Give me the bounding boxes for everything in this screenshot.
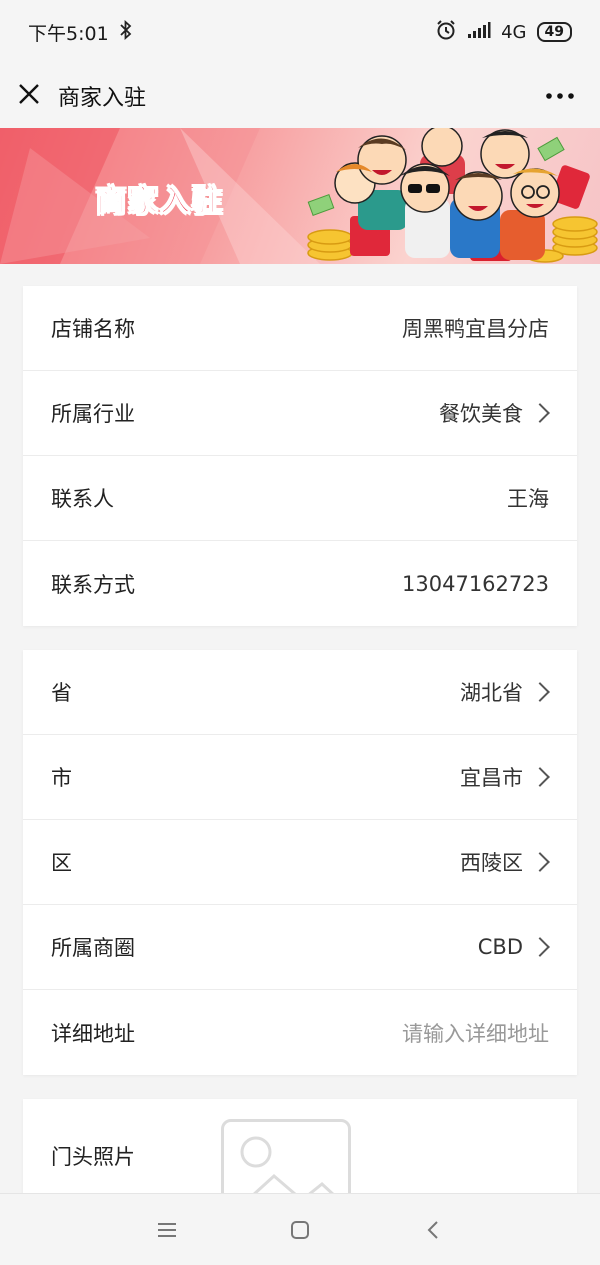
district-row[interactable]: 区 西陵区 xyxy=(23,820,577,905)
status-time: 下午5:01 xyxy=(28,22,109,45)
chevron-right-icon xyxy=(530,852,550,872)
city-row[interactable]: 市 宜昌市 xyxy=(23,735,577,820)
province-row[interactable]: 省 湖北省 xyxy=(23,650,577,735)
business-circle-row[interactable]: 所属商圈 CBD xyxy=(23,905,577,990)
phone-value[interactable]: 13047162723 xyxy=(402,572,549,596)
menu-icon[interactable] xyxy=(152,1215,182,1245)
chevron-right-icon xyxy=(530,682,550,702)
industry-row[interactable]: 所属行业 餐饮美食 xyxy=(23,371,577,456)
district-value[interactable]: 西陵区 xyxy=(460,847,550,877)
province-text: 湖北省 xyxy=(460,681,523,705)
bluetooth-icon xyxy=(119,19,133,45)
detail-address-label: 详细地址 xyxy=(51,1021,135,1046)
city-label: 市 xyxy=(51,766,72,790)
city-value[interactable]: 宜昌市 xyxy=(460,762,550,792)
business-circle-text: CBD xyxy=(477,935,523,959)
address-card: 省 湖北省 市 宜昌市 区 西陵区 所属商圈 CBD 详细地址 请输入详细地址 xyxy=(23,650,577,1075)
phone-label: 联系方式 xyxy=(51,572,135,597)
status-bar: 下午5:01 4G 49 xyxy=(0,0,600,64)
city-text: 宜昌市 xyxy=(460,766,523,790)
store-info-card: 店铺名称 周黑鸭宜昌分店 所属行业 餐饮美食 联系人 王海 联系方式 13047… xyxy=(23,286,577,626)
phone-row[interactable]: 联系方式 13047162723 xyxy=(23,541,577,626)
province-value[interactable]: 湖北省 xyxy=(460,677,550,707)
banner-title: 商家入驻 xyxy=(96,184,224,220)
nav-bar: 商家入驻 xyxy=(0,64,600,128)
home-icon[interactable] xyxy=(285,1215,315,1245)
system-nav-bar xyxy=(0,1193,600,1265)
battery-level: 49 xyxy=(544,24,564,40)
network-type: 4G xyxy=(501,21,527,43)
contact-value[interactable]: 王海 xyxy=(507,483,549,513)
contact-label: 联系人 xyxy=(51,487,114,511)
industry-text: 餐饮美食 xyxy=(439,402,523,426)
district-label: 区 xyxy=(51,851,72,875)
detail-address-input[interactable]: 请输入详细地址 xyxy=(402,1018,549,1048)
battery-icon: 49 xyxy=(536,22,572,42)
store-name-value[interactable]: 周黑鸭宜昌分店 xyxy=(402,313,549,343)
banner-illustration xyxy=(307,128,598,263)
business-circle-value[interactable]: CBD xyxy=(477,935,550,959)
phone-text: 13047162723 xyxy=(402,571,549,596)
banner: 商家入驻 xyxy=(0,128,600,264)
chevron-right-icon xyxy=(530,767,550,787)
industry-label: 所属行业 xyxy=(51,402,135,426)
page-title: 商家入驻 xyxy=(58,86,147,111)
contact-text: 王海 xyxy=(507,487,549,511)
store-name-label: 店铺名称 xyxy=(51,317,135,341)
chevron-right-icon xyxy=(530,937,550,957)
business-circle-label: 所属商圈 xyxy=(51,936,135,960)
chevron-right-icon xyxy=(530,403,550,423)
store-name-row[interactable]: 店铺名称 周黑鸭宜昌分店 xyxy=(23,286,577,371)
store-name-text: 周黑鸭宜昌分店 xyxy=(402,317,549,341)
detail-address-row[interactable]: 详细地址 请输入详细地址 xyxy=(23,990,577,1075)
alarm-icon xyxy=(435,19,457,46)
district-text: 西陵区 xyxy=(460,851,523,875)
storefront-photo-label: 门头照片 xyxy=(51,1145,135,1169)
industry-value[interactable]: 餐饮美食 xyxy=(439,398,550,428)
signal-icon xyxy=(467,21,491,44)
more-icon[interactable] xyxy=(546,82,574,102)
close-icon[interactable] xyxy=(18,83,40,109)
back-icon[interactable] xyxy=(418,1215,448,1245)
province-label: 省 xyxy=(51,681,72,705)
contact-row[interactable]: 联系人 王海 xyxy=(23,456,577,541)
